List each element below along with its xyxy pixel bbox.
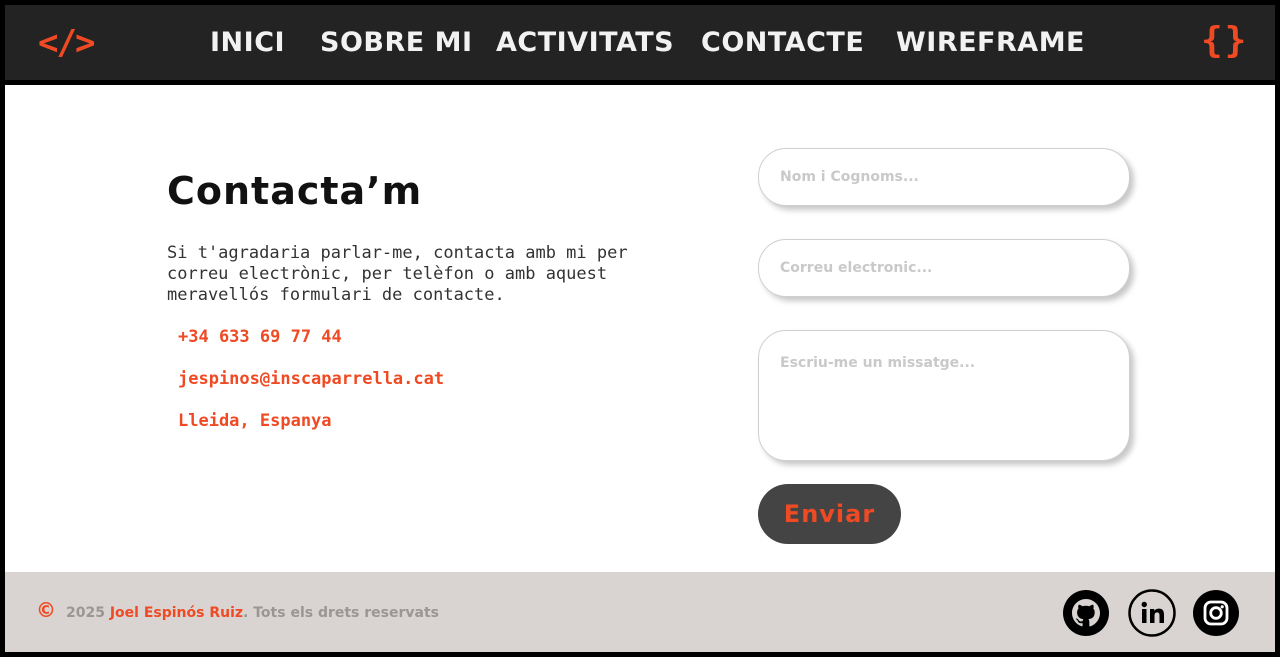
email-field-wrapper <box>758 239 1130 297</box>
nav-item-contacte[interactable]: CONTACTE <box>701 25 864 61</box>
copyright-text: 2025 Joel Espinós Ruiz. Tots els drets r… <box>66 605 439 621</box>
name-field-wrapper <box>758 148 1130 206</box>
page-title: Contacta’m <box>167 169 423 213</box>
message-textarea[interactable] <box>780 355 1129 445</box>
copyright-icon: © <box>36 598 56 622</box>
contact-section: Contacta’m Si t'agradaria parlar-me, con… <box>5 85 1275 572</box>
message-field-wrapper <box>758 330 1130 461</box>
name-input[interactable] <box>780 169 1129 185</box>
github-icon[interactable] <box>1062 589 1110 637</box>
nav-item-activitats[interactable]: ACTIVITATS <box>496 25 674 61</box>
braces-icon[interactable]: {} <box>1201 19 1246 63</box>
nav-item-inici[interactable]: INICI <box>210 25 285 61</box>
copyright-rights: . Tots els drets reservats <box>243 605 439 621</box>
nav-item-sobre-mi[interactable]: SOBRE MI <box>320 25 473 61</box>
contact-email[interactable]: jespinos@inscaparrella.cat <box>178 369 444 389</box>
page-frame: </> INICI SOBRE MI ACTIVITATS CONTACTE W… <box>0 0 1280 657</box>
copyright-author[interactable]: Joel Espinós Ruiz <box>110 605 243 621</box>
code-logo-icon[interactable]: </> <box>38 21 98 65</box>
contact-location: Lleida, Espanya <box>178 411 332 431</box>
instagram-icon[interactable] <box>1192 589 1240 637</box>
send-button[interactable]: Enviar <box>758 484 901 544</box>
contact-intro: Si t'agradaria parlar-me, contacta amb m… <box>167 243 628 305</box>
contact-phone[interactable]: +34 633 69 77 44 <box>178 327 342 347</box>
site-header: </> INICI SOBRE MI ACTIVITATS CONTACTE W… <box>5 5 1275 80</box>
site-footer: © 2025 Joel Espinós Ruiz. Tots els drets… <box>5 572 1275 652</box>
linkedin-icon[interactable] <box>1128 589 1176 637</box>
email-input[interactable] <box>780 260 1129 276</box>
copyright-year: 2025 <box>66 605 105 621</box>
nav-item-wireframe[interactable]: WIREFRAME <box>896 25 1085 61</box>
